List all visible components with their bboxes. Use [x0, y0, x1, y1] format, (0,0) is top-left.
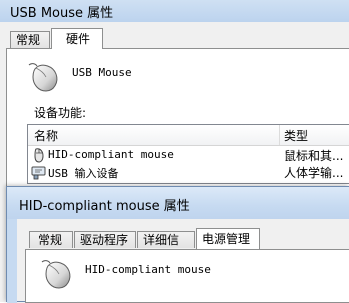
device-functions-list[interactable]: 名称 类型 HID-compliant mouse 鼠标和其... USB 输入… [27, 124, 349, 184]
hid-compliant-mouse-properties-window: HID-compliant mouse 属性 常规 驱动程序 详细信息 电源管理… [6, 186, 349, 303]
list-item[interactable]: HID-compliant mouse 鼠标和其... [28, 147, 349, 163]
list-item[interactable]: USB 输入设备 人体学输... [28, 164, 349, 180]
tab-driver[interactable]: 驱动程序 [74, 231, 136, 248]
mouse-icon [28, 63, 58, 92]
window-frame [7, 219, 17, 303]
column-header-name[interactable]: 名称 [34, 127, 58, 144]
mouse-icon [41, 260, 71, 289]
mouse-icon [34, 148, 44, 163]
tab-details[interactable]: 详细信息 [137, 231, 195, 264]
window-title: HID-compliant mouse 属性 [19, 199, 190, 214]
window-titlebar[interactable]: HID-compliant mouse 属性 [7, 187, 349, 219]
usb-input-device-icon [31, 166, 46, 180]
column-header-type[interactable]: 类型 [284, 127, 308, 144]
tab-bar: 常规 硬件 [6, 28, 349, 49]
device-name: HID-compliant mouse [85, 263, 211, 276]
tab-hardware[interactable]: 硬件 [51, 28, 103, 49]
device-function-type: 鼠标和其... [284, 149, 344, 163]
device-function-name: HID-compliant mouse [48, 148, 174, 161]
device-name: USB Mouse [72, 66, 132, 79]
tab-general[interactable]: 常规 [10, 31, 50, 48]
tab-general[interactable]: 常规 [29, 231, 73, 248]
list-header: 名称 类型 [28, 125, 349, 146]
window-title: USB Mouse 属性 [10, 6, 114, 21]
tab-bar: 常规 驱动程序 详细信息 电源管理 [25, 228, 349, 264]
device-functions-label: 设备功能: [34, 106, 87, 120]
tab-power-management[interactable]: 电源管理 [196, 228, 260, 249]
device-function-name: USB 输入设备 [48, 167, 119, 180]
device-function-type: 人体学输... [284, 166, 344, 180]
window-titlebar[interactable]: USB Mouse 属性 [0, 0, 349, 22]
column-separator[interactable] [279, 125, 280, 145]
